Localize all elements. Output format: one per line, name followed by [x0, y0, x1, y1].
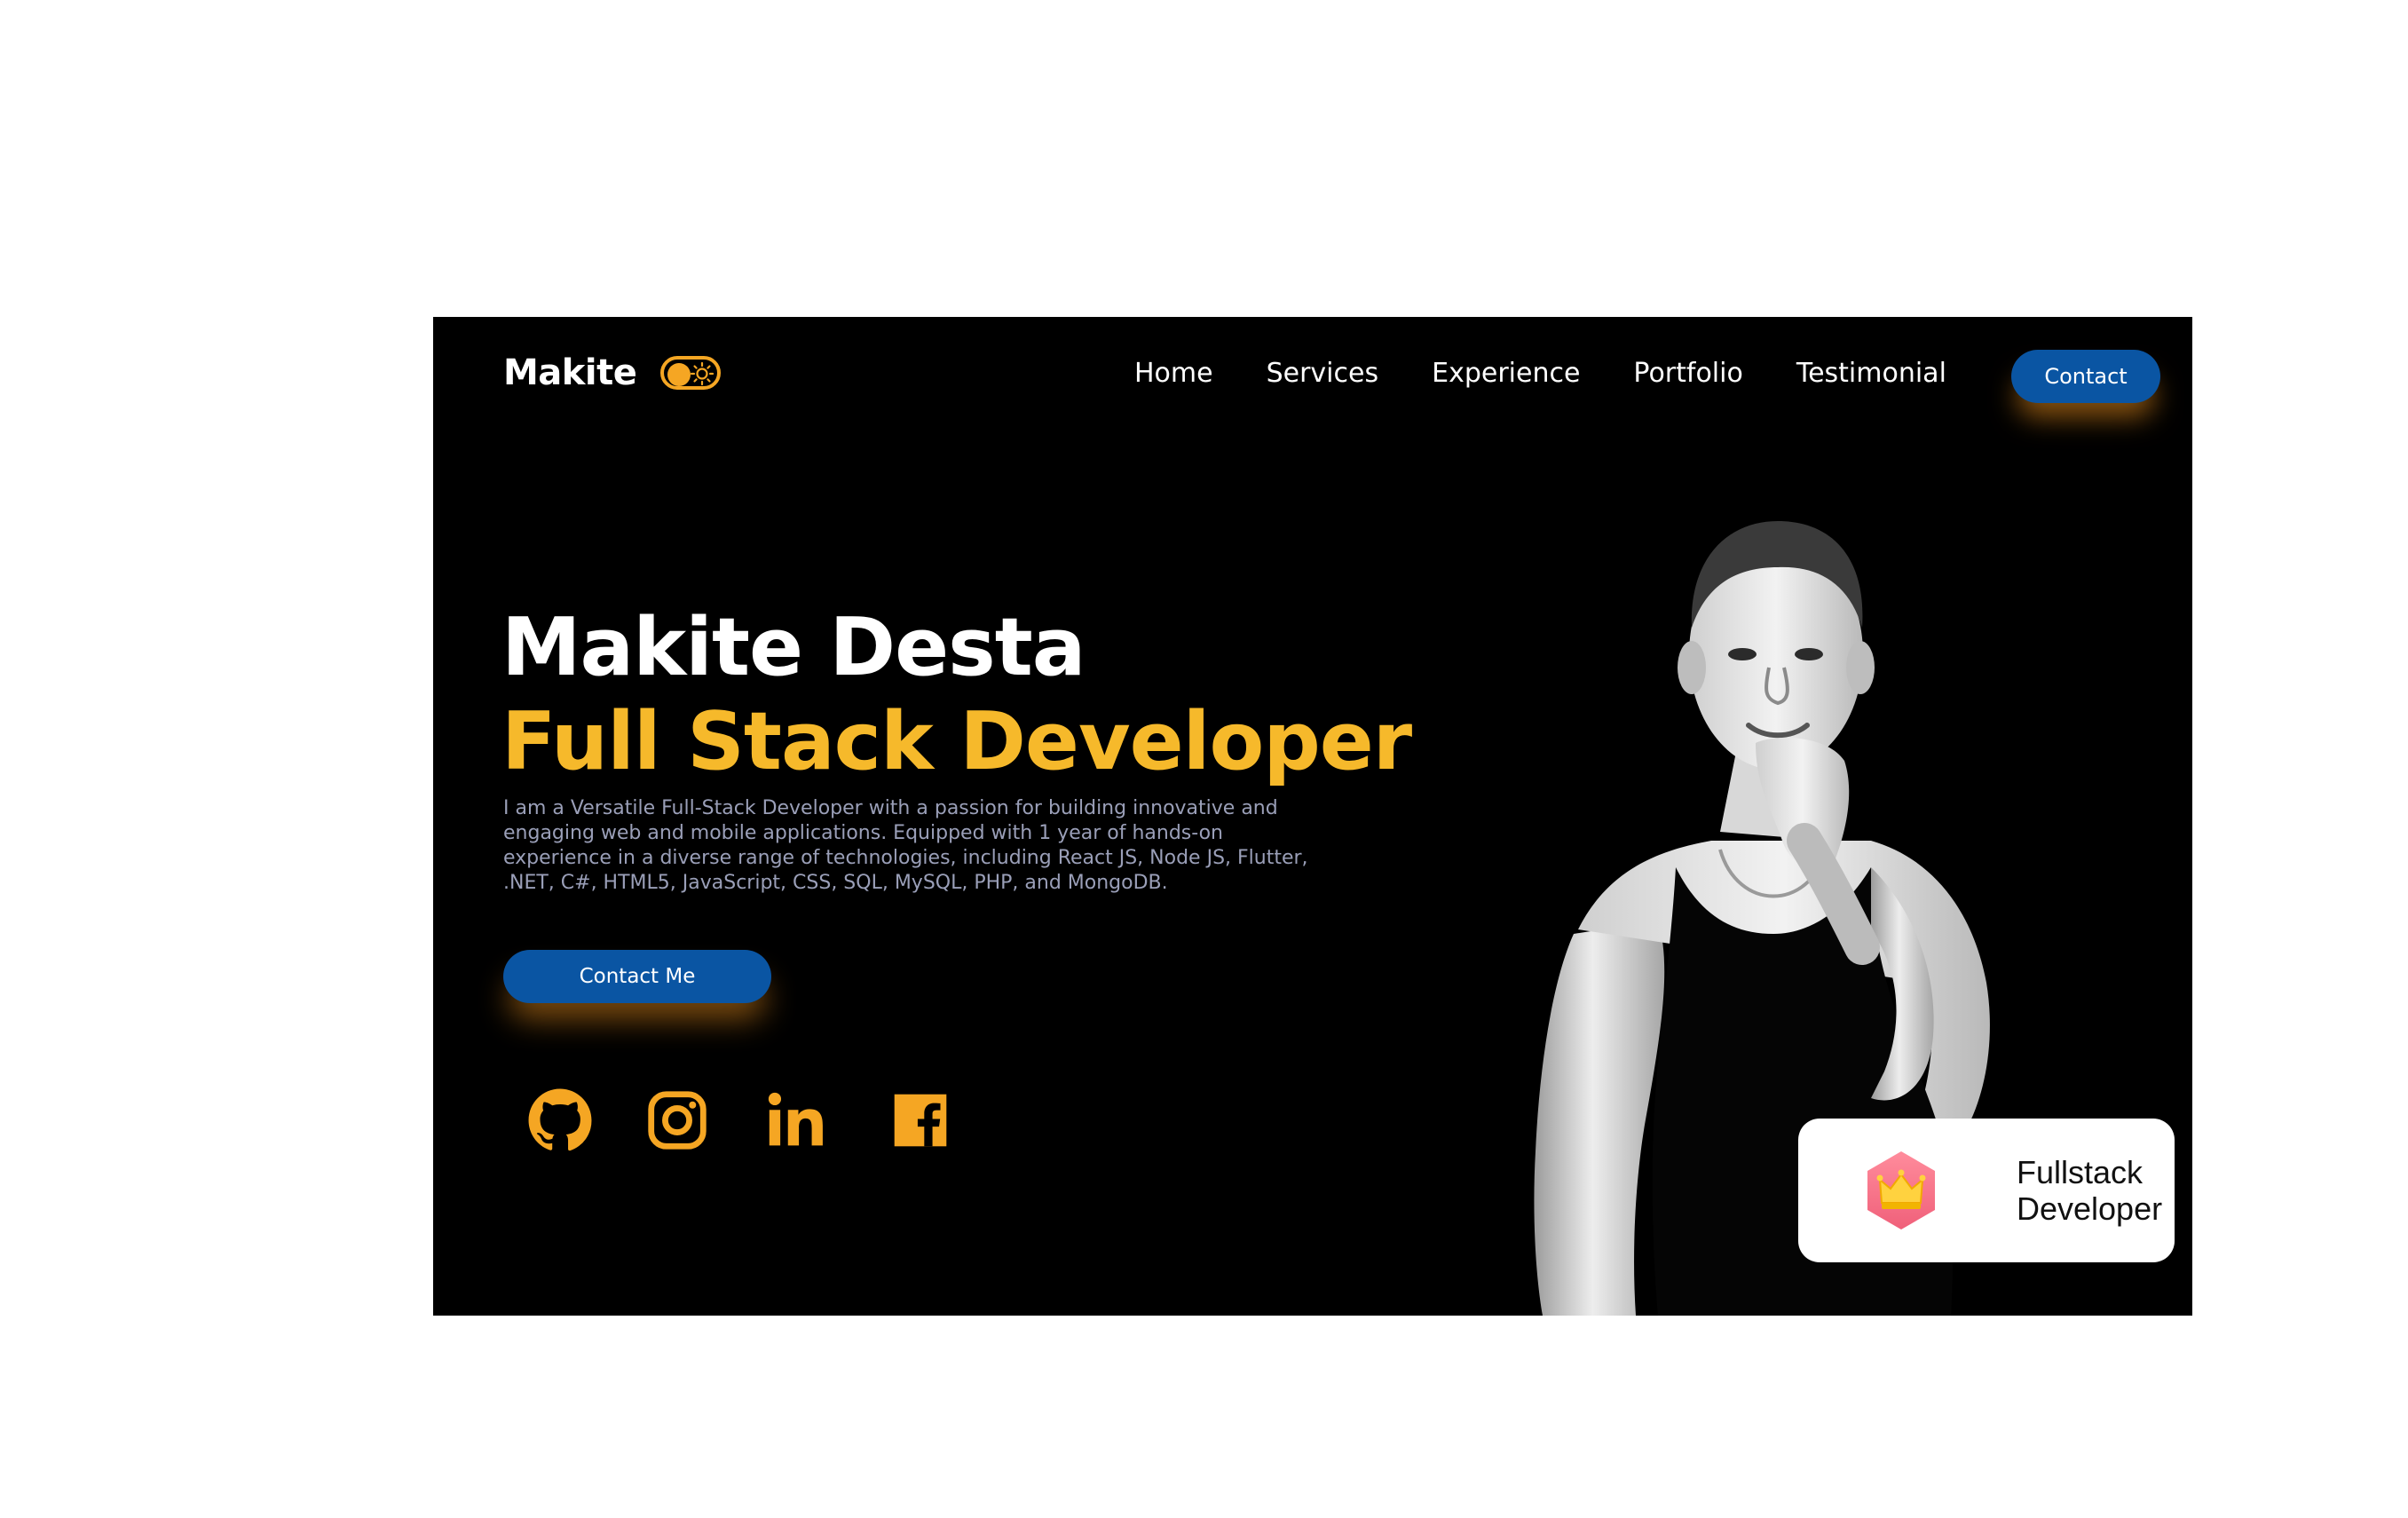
portfolio-page: Makite Home Services Experience Portfoli… — [433, 317, 2192, 1316]
hero-description: I am a Versatile Full-Stack Developer wi… — [503, 797, 1308, 894]
badge-label: Fullstack Developer — [2017, 1154, 2162, 1227]
badge-line-2: Developer — [2017, 1190, 2163, 1227]
linkedin-icon[interactable] — [763, 1087, 829, 1153]
toggle-knob — [667, 363, 691, 386]
hero-role: Full Stack Developer — [501, 695, 1412, 788]
brand-logo[interactable]: Makite — [503, 352, 637, 393]
hero-name: Makite Desta — [501, 601, 1086, 694]
facebook-icon[interactable] — [888, 1087, 953, 1153]
main-nav: Home Services Experience Portfolio Testi… — [1134, 358, 2000, 389]
nav-home[interactable]: Home — [1134, 358, 1213, 389]
github-icon[interactable] — [527, 1087, 593, 1153]
instagram-icon[interactable] — [644, 1087, 710, 1153]
sun-icon — [689, 360, 715, 387]
nav-testimonial[interactable]: Testimonial — [1796, 358, 1946, 389]
contact-button[interactable]: Contact — [2011, 350, 2160, 403]
nav-experience[interactable]: Experience — [1432, 358, 1580, 389]
nav-services[interactable]: Services — [1267, 358, 1379, 389]
contact-me-button[interactable]: Contact Me — [503, 950, 771, 1003]
crown-icon — [1860, 1150, 1942, 1231]
badge-line-1: Fullstack — [2017, 1154, 2144, 1190]
nav-portfolio[interactable]: Portfolio — [1633, 358, 1742, 389]
theme-toggle[interactable] — [660, 356, 721, 390]
role-badge-card: Fullstack Developer — [1798, 1119, 2175, 1262]
